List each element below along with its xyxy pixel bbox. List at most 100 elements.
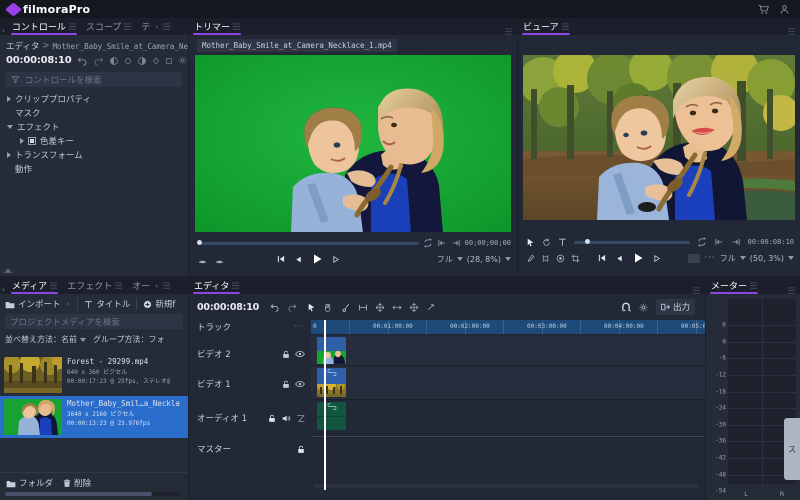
editor-timecode[interactable]: 00:00:08:10 bbox=[197, 302, 259, 313]
go-to-start-icon[interactable] bbox=[276, 254, 286, 264]
trimmer-video-frame[interactable] bbox=[195, 55, 511, 233]
tree-item-motion[interactable]: 動作 bbox=[0, 162, 188, 176]
tab-text[interactable]: テ › bbox=[136, 18, 175, 35]
edge-popout-panel[interactable]: ス bbox=[784, 418, 800, 480]
account-icon[interactable] bbox=[779, 4, 790, 15]
media-item-list[interactable]: Forest - 29299.mp4 640 x 360 ピクセル 00:00:… bbox=[0, 354, 188, 472]
crop-icon[interactable] bbox=[571, 254, 580, 263]
undo-icon[interactable] bbox=[270, 302, 280, 312]
scrollbar-thumb[interactable] bbox=[5, 492, 152, 496]
trimmer-scrubber[interactable] bbox=[197, 240, 419, 245]
tabs-scroll-right-icon[interactable]: › bbox=[153, 282, 160, 290]
tab-scope[interactable]: スコープ bbox=[81, 18, 136, 35]
slide-icon[interactable] bbox=[392, 303, 402, 312]
tree-item-effects[interactable]: エフェクト bbox=[0, 120, 188, 134]
track-header-master[interactable]: マスター bbox=[189, 438, 311, 460]
square-icon[interactable] bbox=[165, 57, 173, 65]
loop-icon[interactable] bbox=[423, 238, 433, 248]
controls-timecode[interactable]: 00:00:08:10 bbox=[6, 55, 72, 66]
gear-icon[interactable] bbox=[639, 303, 648, 312]
scrubber-knob[interactable] bbox=[585, 239, 590, 244]
trimmer-zoom-select[interactable]: (28, 8%) bbox=[467, 255, 501, 264]
viewer-zoom-select[interactable]: (50, 3%) bbox=[750, 254, 784, 263]
chevron-right-icon[interactable] bbox=[20, 138, 24, 144]
slip-icon[interactable] bbox=[375, 302, 385, 312]
sort-by-select[interactable]: 並べ替え方法：名前 bbox=[5, 334, 77, 345]
bracket-in-icon[interactable] bbox=[714, 237, 724, 247]
track-header-video-2[interactable]: ビデオ 2 bbox=[189, 340, 311, 368]
step-forward-icon[interactable] bbox=[652, 254, 661, 263]
timeline-ruler[interactable]: 0 00:01:00:00 00:02:00:00 00:03:00:00 00… bbox=[311, 320, 705, 334]
timeline-playhead[interactable] bbox=[324, 320, 326, 490]
tree-item-mask[interactable]: マスク bbox=[0, 106, 188, 120]
trimmer-panel-menu[interactable] bbox=[500, 28, 517, 35]
tab-media[interactable]: メディア bbox=[7, 277, 62, 294]
hand-icon[interactable] bbox=[323, 303, 332, 312]
track-header-audio-1[interactable]: オーディオ 1 bbox=[189, 404, 311, 432]
chevron-down-icon[interactable] bbox=[80, 337, 86, 342]
tab-editor[interactable]: エディタ bbox=[189, 277, 244, 294]
panel-menu-icon[interactable] bbox=[788, 287, 795, 294]
new-button[interactable]: 新規f bbox=[143, 298, 175, 310]
chevron-down-icon[interactable] bbox=[788, 256, 794, 260]
lock-icon[interactable] bbox=[268, 414, 276, 423]
tab-viewer[interactable]: ビューア bbox=[518, 18, 574, 35]
tab-menu-icon[interactable] bbox=[50, 282, 58, 289]
viewer-video-frame[interactable] bbox=[523, 55, 795, 220]
chevron-down-icon[interactable] bbox=[505, 257, 511, 261]
undo-icon[interactable] bbox=[77, 55, 88, 66]
meter-panel-menu[interactable] bbox=[783, 287, 800, 294]
mask-icon[interactable] bbox=[556, 254, 565, 263]
speaker-icon[interactable] bbox=[281, 414, 291, 423]
razor-icon[interactable] bbox=[342, 303, 351, 312]
diamond-icon[interactable] bbox=[152, 56, 160, 65]
magnet-icon[interactable] bbox=[621, 302, 631, 312]
timeline-horizontal-scrollbar[interactable] bbox=[313, 484, 699, 488]
chevron-down-icon[interactable] bbox=[7, 125, 13, 129]
viewer-color-swatch[interactable] bbox=[688, 253, 701, 263]
chevron-right-icon[interactable] bbox=[7, 96, 11, 102]
tree-item-clip-properties[interactable]: クリッププロパティ bbox=[0, 92, 188, 106]
chevron-right-icon[interactable] bbox=[7, 152, 11, 158]
tab-menu-icon[interactable] bbox=[561, 23, 569, 30]
chevron-right-icon[interactable]: › bbox=[65, 300, 72, 308]
rotate-icon[interactable] bbox=[542, 238, 551, 247]
timeline-clip-video-2[interactable] bbox=[317, 337, 346, 364]
lock-icon[interactable] bbox=[282, 380, 290, 389]
tab-menu-icon[interactable] bbox=[68, 23, 76, 30]
tab-menu-icon[interactable] bbox=[124, 23, 132, 30]
bracket-out-icon[interactable] bbox=[731, 237, 741, 247]
panel-menu-icon[interactable] bbox=[693, 287, 700, 294]
media-search-input[interactable]: プロジェクトメディアを検索 bbox=[5, 314, 183, 329]
scrubber-knob[interactable] bbox=[197, 240, 202, 245]
trimmer-quality-select[interactable]: フル bbox=[437, 254, 453, 265]
waveform-icon[interactable] bbox=[296, 414, 305, 423]
ripple-icon[interactable] bbox=[409, 302, 419, 312]
tab-menu-icon[interactable] bbox=[233, 23, 241, 30]
tabs-scroll-left-icon[interactable]: ‹ bbox=[0, 286, 7, 294]
keyframe-add-icon[interactable] bbox=[124, 57, 132, 65]
export-button[interactable]: 出力 bbox=[655, 299, 695, 315]
effect-enable-checkbox[interactable] bbox=[28, 137, 36, 145]
trim-icon[interactable] bbox=[358, 303, 368, 312]
ellipsis-icon[interactable]: ··· bbox=[704, 253, 716, 263]
tab-audio[interactable]: オー › bbox=[127, 277, 175, 294]
go-to-start-icon[interactable] bbox=[597, 253, 607, 263]
timeline-clip-video-1[interactable] bbox=[317, 368, 346, 397]
media-horizontal-scrollbar[interactable] bbox=[5, 492, 180, 496]
scrollbar-thumb[interactable] bbox=[313, 484, 699, 488]
list-item[interactable]: Mother_Baby_Smil…a_Neckla 3840 x 2160 ピク… bbox=[0, 396, 188, 438]
panel-menu-icon[interactable] bbox=[788, 28, 795, 35]
step-back-icon[interactable] bbox=[294, 255, 303, 264]
step-back-icon[interactable] bbox=[615, 254, 624, 263]
tab-menu-icon[interactable] bbox=[163, 282, 171, 289]
chevron-down-icon[interactable] bbox=[456, 257, 463, 261]
pointer-icon[interactable] bbox=[307, 303, 316, 312]
timeline-lane-video-1[interactable] bbox=[311, 366, 705, 400]
viewer-quality-select[interactable]: フル bbox=[720, 253, 736, 264]
tabs-scroll-left-icon[interactable]: ‹ bbox=[0, 27, 7, 35]
tab-menu-icon[interactable] bbox=[115, 282, 123, 289]
viewer-scrubber[interactable] bbox=[574, 239, 690, 244]
move-icon[interactable] bbox=[541, 254, 550, 263]
play-icon[interactable] bbox=[632, 252, 644, 264]
